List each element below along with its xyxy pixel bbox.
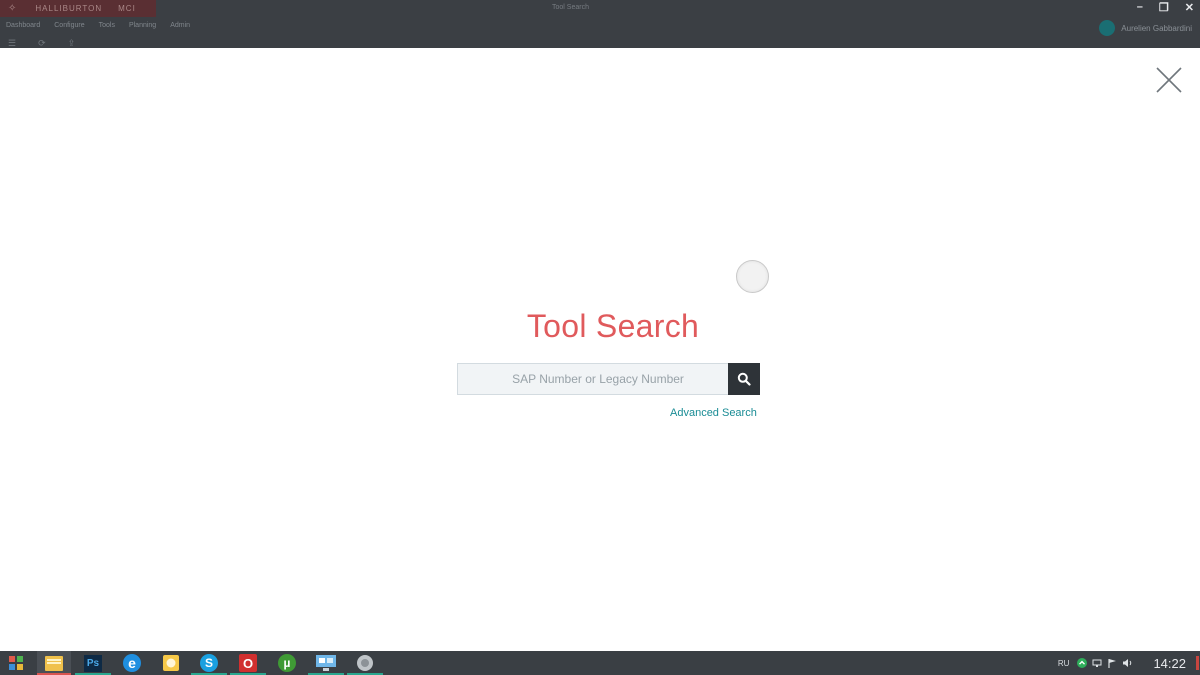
- window-close-icon[interactable]: ✕: [1185, 1, 1194, 14]
- network-icon[interactable]: [1092, 658, 1102, 668]
- minimize-icon[interactable]: –: [1137, 1, 1143, 14]
- menu-item-planning[interactable]: Planning: [129, 22, 156, 29]
- windows-logo-icon: [9, 656, 23, 670]
- menu-item-tools[interactable]: Tools: [99, 22, 115, 29]
- flag-icon[interactable]: [1107, 658, 1117, 668]
- internet-explorer-icon: e: [123, 654, 141, 672]
- advanced-search-link[interactable]: Advanced Search: [670, 407, 757, 419]
- brand-logo[interactable]: ✧ HALLIBURTON MCI: [0, 0, 156, 17]
- search-button[interactable]: [728, 363, 760, 395]
- notes-icon: [163, 655, 179, 671]
- folder-icon: [45, 656, 63, 671]
- settings-icon: [357, 655, 373, 671]
- app-header: ✧ HALLIBURTON MCI Tool Search Dashboard …: [0, 0, 1200, 48]
- close-icon: [1156, 67, 1182, 93]
- menu-item-admin[interactable]: Admin: [170, 22, 190, 29]
- user-menu[interactable]: Aurelien Gabbardini: [1099, 20, 1192, 36]
- utorrent-icon: µ: [278, 654, 296, 672]
- close-overlay-button[interactable]: [1154, 65, 1184, 95]
- brand-mark-icon: ✧: [8, 3, 18, 14]
- photoshop-icon: Ps: [84, 654, 102, 672]
- window-controls: – ❐ ✕: [1137, 1, 1194, 14]
- taskbar-app-internet-explorer[interactable]: e: [114, 651, 150, 675]
- window-title: Tool Search: [552, 4, 589, 11]
- taskbar-app-sticky-notes[interactable]: [153, 651, 189, 675]
- volume-icon[interactable]: [1122, 658, 1134, 668]
- search-input[interactable]: [457, 363, 731, 395]
- taskbar-app-skype[interactable]: S: [191, 651, 227, 675]
- menu-item-dashboard[interactable]: Dashboard: [6, 22, 40, 29]
- user-name: Aurelien Gabbardini: [1121, 23, 1192, 33]
- skype-icon: S: [200, 654, 218, 672]
- language-indicator[interactable]: RU: [1058, 659, 1070, 668]
- notification-indicator[interactable]: [1196, 656, 1199, 670]
- search-icon: [737, 372, 751, 386]
- taskbar: Ps e S O µ RU 14:22: [0, 651, 1200, 675]
- system-tray: RU 14:22: [1058, 651, 1200, 675]
- taskbar-app-remote-desktop[interactable]: [308, 651, 344, 675]
- brand-suffix: MCI: [118, 4, 136, 13]
- remote-desktop-icon: [316, 655, 336, 671]
- clock[interactable]: 14:22: [1153, 656, 1186, 671]
- taskbar-app-settings[interactable]: [347, 651, 383, 675]
- chevron-up-icon[interactable]: [1077, 658, 1088, 668]
- page-title: Tool Search: [526, 308, 700, 344]
- menu-item-configure[interactable]: Configure: [54, 22, 84, 29]
- taskbar-app-opera[interactable]: O: [230, 651, 266, 675]
- taskbar-app-file-explorer[interactable]: [37, 651, 71, 675]
- taskbar-app-photoshop[interactable]: Ps: [75, 651, 111, 675]
- loading-indicator: [736, 260, 769, 293]
- restore-icon[interactable]: ❐: [1159, 1, 1169, 14]
- main-menu: Dashboard Configure Tools Planning Admin: [6, 22, 190, 29]
- brand-name: HALLIBURTON: [35, 4, 103, 13]
- opera-icon: O: [239, 654, 257, 672]
- tool-search-overlay: [0, 48, 1200, 651]
- taskbar-app-utorrent[interactable]: µ: [269, 651, 305, 675]
- avatar: [1099, 20, 1116, 36]
- start-button[interactable]: [4, 651, 28, 675]
